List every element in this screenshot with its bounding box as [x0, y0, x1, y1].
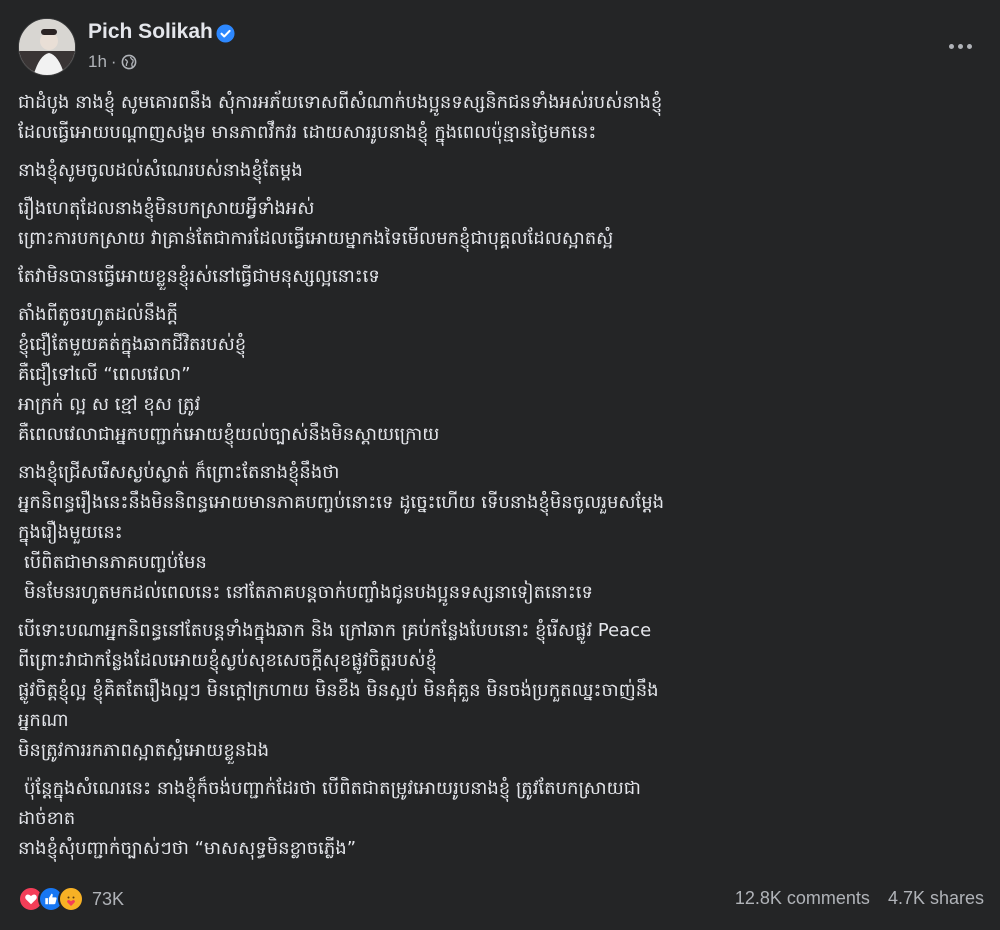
author-avatar[interactable] — [18, 18, 76, 76]
post-meta: 1h · — [88, 52, 137, 72]
post-paragraph: នាងខ្ញុំជ្រើសរើសស្ងប់ស្ងាត់ ក៏ព្រោះតែនាង… — [18, 458, 986, 608]
post-text-line: បើពិតជាមានភាគបញ្ចប់មែន — [24, 552, 207, 573]
post-text-line: ដែលធ្វើអោយបណ្ដាញសង្គម មានភាពវឹកវរ ដោយសារ… — [18, 122, 597, 143]
post-text-line: គឺពេលវេលាជាអ្នកបញ្ជាក់អោយខ្ញុំយល់ច្បាស់ន… — [18, 424, 440, 445]
post-text-line: នាងខ្ញុំសូមចូលដល់សំណេរបស់នាងខ្ញុំតែម្ដង — [18, 160, 303, 181]
more-horizontal-icon — [948, 43, 954, 49]
post-text-line: មិនត្រូវការរកភាពស្អាតស្អំអោយខ្លួនឯង — [18, 740, 270, 761]
post-text-line: ក្នុងរឿងមួយនេះ — [18, 522, 123, 543]
post-paragraph: ជាដំបូង នាងខ្ញុំ សូមគោរពនឹង សុំការអភ័យទោ… — [18, 88, 986, 148]
post-text-line: នាងខ្ញុំសុំបញ្ជាក់ច្បាស់ៗថា “មាសសុទ្ធមិន… — [18, 838, 357, 859]
facebook-post: Pich Solikah 1h · ជាដំបូង នាងខ្ញុំ សូមគោ… — [0, 0, 1000, 930]
reactions-summary[interactable]: 73K — [18, 886, 124, 912]
comments-count-link[interactable]: 12.8K comments — [735, 888, 870, 909]
post-text-line: នាងខ្ញុំជ្រើសរើសស្ងប់ស្ងាត់ ក៏ព្រោះតែនាង… — [18, 462, 340, 483]
post-time[interactable]: 1h — [88, 52, 107, 72]
post-paragraph: រឿងហេតុដែលនាងខ្ញុំមិនបកស្រាយអ្វីទាំងអស់ព… — [18, 194, 986, 254]
more-options-button[interactable] — [940, 30, 980, 62]
author-name[interactable]: Pich Solikah — [88, 20, 213, 44]
post-paragraph: តែវាមិនបានធ្វើអោយខ្លួនខ្ញុំរស់នៅធ្វើជាមន… — [18, 262, 986, 292]
post-text-line: អ្នកនិពន្ធរឿងនេះនឹងមិននិពន្ធអោយមានភាគបញ្… — [18, 492, 665, 513]
post-text: ជាដំបូង នាងខ្ញុំ សូមគោរពនឹង សុំការអភ័យទោ… — [18, 88, 986, 872]
verified-badge-icon — [216, 24, 235, 43]
post-text-line: ព្រោះការបកស្រាយ វាគ្រាន់តែជាការដែលធ្វើអោ… — [18, 228, 614, 249]
care-reaction-icon — [58, 886, 84, 912]
post-text-line: បើទោះបណាអ្នកនិពន្ធនៅតែបន្តទាំងក្នុងឆាក ន… — [18, 620, 652, 641]
post-text-line: គឺជឿទៅលើ “ពេលវេលា” — [18, 364, 191, 385]
globe-icon[interactable] — [121, 54, 137, 70]
post-text-line: ពីព្រោះវាជាកន្លែងដែលអោយខ្ញុំស្ងប់សុខសេចក… — [18, 650, 437, 671]
post-paragraph: បើទោះបណាអ្នកនិពន្ធនៅតែបន្តទាំងក្នុងឆាក ន… — [18, 616, 986, 766]
post-text-line: តែវាមិនបានធ្វើអោយខ្លួនខ្ញុំរស់នៅធ្វើជាមន… — [18, 266, 380, 287]
post-paragraph: ប៉ុន្តែក្នុងសំណេរនេះ នាងខ្ញុំក៏ចង់បញ្ជាក… — [18, 774, 986, 864]
post-text-line: រឿងហេតុដែលនាងខ្ញុំមិនបកស្រាយអ្វីទាំងអស់ — [18, 198, 315, 219]
post-text-line: ជាដំបូង នាងខ្ញុំ សូមគោរពនឹង សុំការអភ័យទោ… — [18, 92, 663, 113]
post-text-line: តាំងពីតូចរហូតដល់នឹងក្ដី — [18, 304, 178, 325]
shares-count-link[interactable]: 4.7K shares — [888, 888, 984, 909]
post-paragraph: តាំងពីតូចរហូតដល់នឹងក្ដីខ្ញុំជឿតែមួយគត់ក្… — [18, 300, 986, 450]
engagement-stats: 12.8K comments 4.7K shares — [735, 888, 984, 909]
post-text-line: អាក្រក់ ល្អ ស ខ្មៅ ខុស ត្រូវ — [18, 394, 201, 415]
post-paragraph: នាងខ្ញុំសូមចូលដល់សំណេរបស់នាងខ្ញុំតែម្ដង — [18, 156, 986, 186]
post-text-line: មិនមែនរហូតមកដល់ពេលនេះ នៅតែភាគបន្តចាក់បញ្… — [24, 582, 593, 603]
post-text-line: ប៉ុន្តែក្នុងសំណេរនេះ នាងខ្ញុំក៏ចង់បញ្ជាក… — [24, 778, 641, 799]
post-text-line: ដាច់ខាត — [18, 808, 76, 829]
post-text-line: ផ្លូវចិត្តខ្ញុំល្អ ខ្ញុំគិតតែរឿងល្អៗ មិន… — [18, 680, 659, 701]
meta-separator: · — [110, 52, 117, 71]
post-text-line: ខ្ញុំជឿតែមួយគត់ក្នុងឆាកជីវិតរបស់ខ្ញុំ — [18, 334, 247, 355]
post-text-line: អ្នកណា — [18, 710, 69, 731]
reaction-count: 73K — [92, 888, 125, 909]
